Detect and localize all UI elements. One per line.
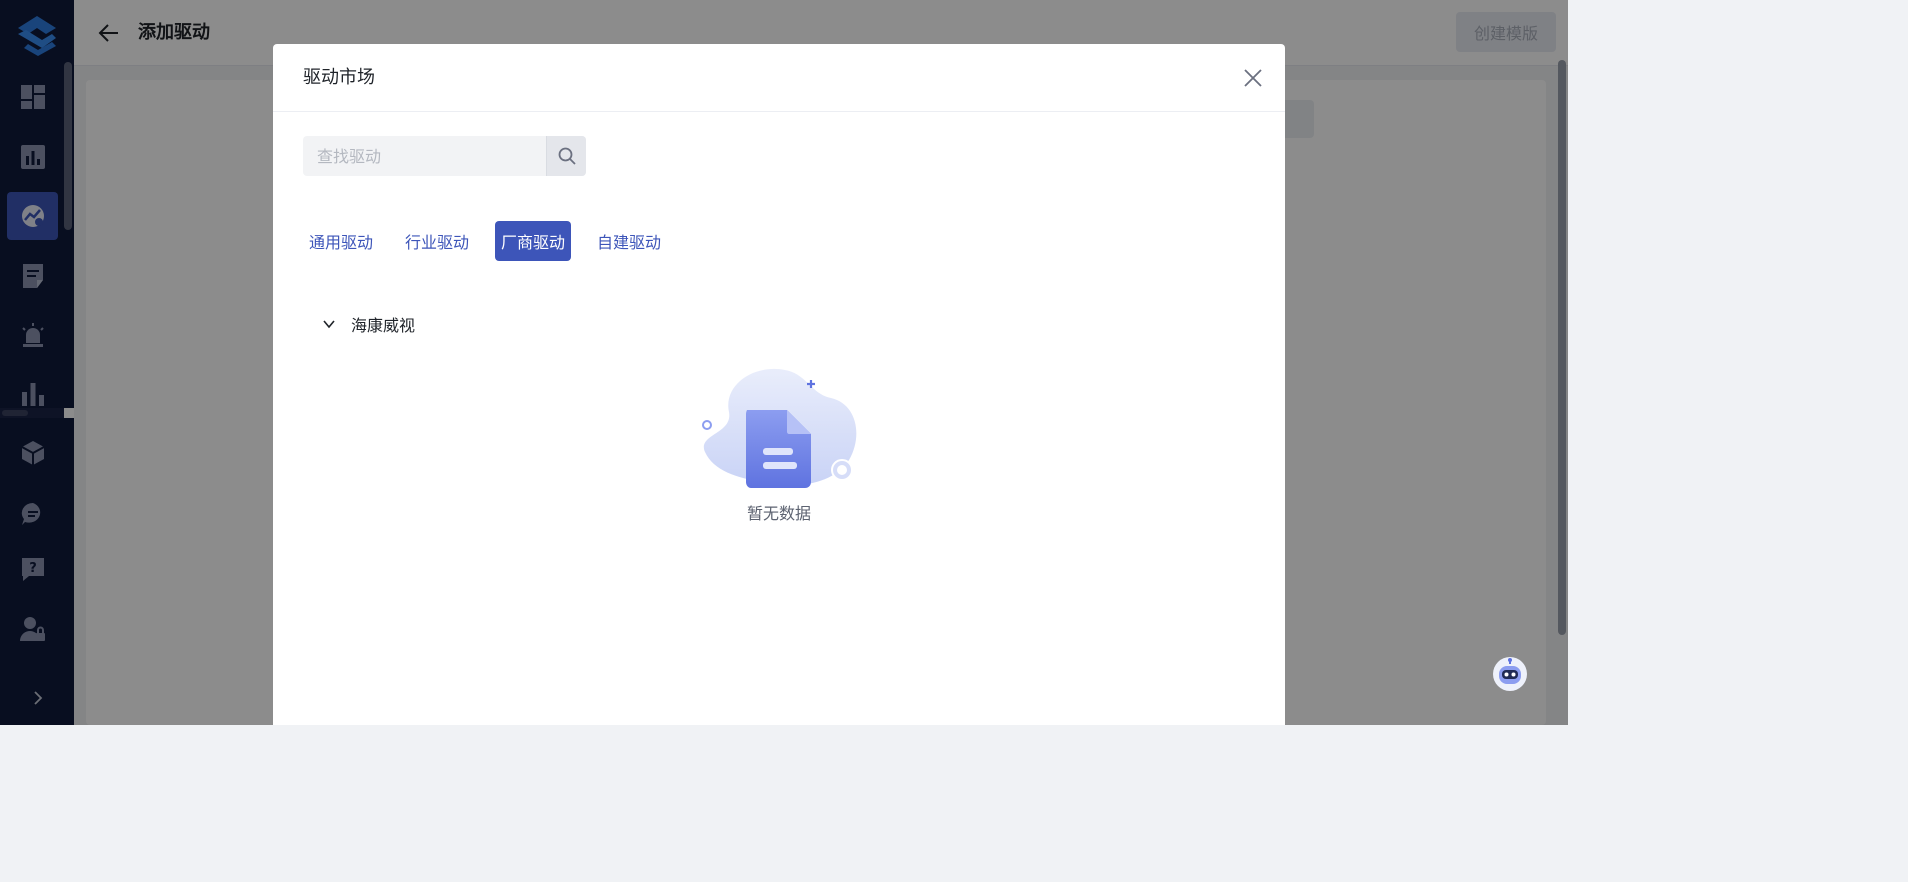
vendor-group-label: 海康威视 — [351, 316, 416, 335]
search-button[interactable] — [546, 136, 586, 176]
search-box — [303, 136, 586, 176]
modal-header: 驱动市场 — [273, 44, 1285, 112]
assistant-bot-button[interactable] — [1492, 656, 1528, 692]
empty-data-illustration — [702, 368, 857, 488]
empty-state-text: 暂无数据 — [746, 504, 811, 523]
search-icon — [558, 147, 576, 165]
modal-title: 驱动市场 — [303, 67, 375, 88]
chevron-down-icon — [323, 320, 335, 329]
tab-industry-drivers[interactable]: 行业驱动 — [399, 221, 475, 261]
close-icon — [1244, 69, 1262, 87]
tab-general-drivers[interactable]: 通用驱动 — [303, 221, 379, 261]
vendor-group-header[interactable]: 海康威视 — [321, 310, 415, 338]
tab-vendor-drivers[interactable]: 厂商驱动 — [495, 221, 572, 261]
search-input[interactable] — [303, 136, 546, 176]
close-button[interactable] — [1241, 66, 1265, 90]
driver-market-modal: 驱动市场 通用驱动 行业驱动 厂商驱动 自建驱动 海康威视 — [273, 44, 1285, 725]
tab-custom-drivers[interactable]: 自建驱动 — [591, 221, 667, 261]
driver-category-tabs: 通用驱动 行业驱动 厂商驱动 自建驱动 — [303, 221, 667, 261]
